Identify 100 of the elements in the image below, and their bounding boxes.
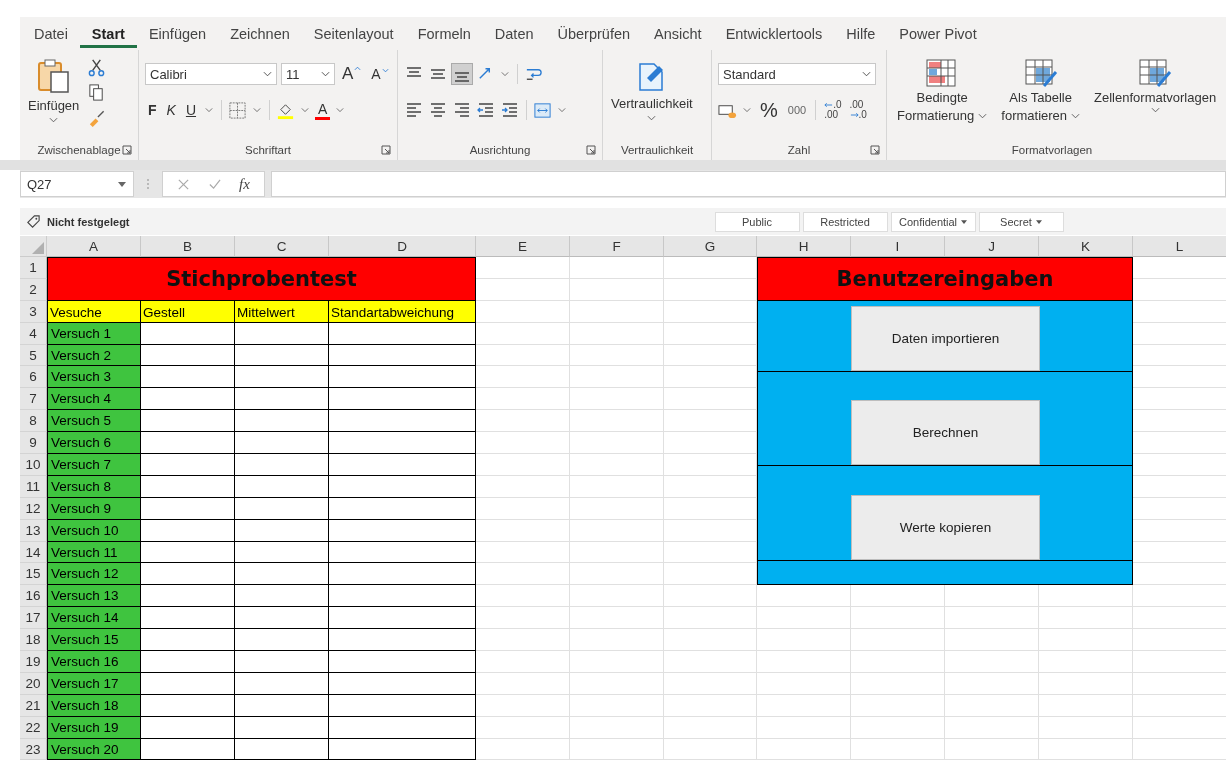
row-header[interactable]: 9 — [20, 432, 47, 454]
grid-cell[interactable] — [476, 454, 570, 476]
grid-cell[interactable] — [1039, 672, 1133, 695]
bold-button[interactable]: F — [145, 102, 160, 118]
ribbon-tab[interactable]: Ansicht — [642, 19, 714, 48]
ribbon-tab[interactable]: Datei — [22, 19, 80, 48]
column-header[interactable]: L — [1133, 236, 1226, 257]
grid-cell[interactable] — [570, 541, 664, 564]
grid-cell[interactable] — [664, 629, 757, 652]
grid-cell[interactable] — [851, 716, 945, 739]
grid-cell[interactable] — [664, 694, 757, 717]
column-header[interactable]: E — [476, 236, 570, 257]
grid-cell[interactable] — [570, 629, 664, 652]
row-header[interactable]: 17 — [20, 607, 47, 630]
row-header[interactable]: 13 — [20, 519, 47, 542]
column-header[interactable]: K — [1039, 236, 1133, 257]
row-header[interactable]: 22 — [20, 716, 47, 739]
grid-cell[interactable] — [476, 607, 570, 630]
shrink-font-button[interactable]: A — [368, 66, 392, 82]
grid-cell[interactable] — [1039, 629, 1133, 652]
chevron-icon[interactable] — [263, 71, 272, 77]
grid-cell[interactable] — [570, 257, 664, 279]
chevron-icon[interactable] — [301, 107, 310, 113]
grid-cell[interactable] — [570, 475, 664, 498]
ribbon-tab[interactable]: Entwicklertools — [713, 19, 835, 48]
row-header[interactable]: 7 — [20, 388, 47, 411]
row-header[interactable]: 5 — [20, 344, 47, 367]
column-header[interactable]: C — [235, 236, 329, 257]
paste-button[interactable]: Einfügen — [26, 56, 82, 125]
chevron-icon[interactable] — [501, 71, 509, 77]
grid-cell[interactable] — [476, 497, 570, 520]
align-left-icon[interactable] — [404, 100, 424, 120]
chevron-icon[interactable] — [253, 107, 262, 113]
grid-cell[interactable] — [570, 366, 664, 389]
merge-cells-icon[interactable] — [533, 100, 552, 120]
grid-cell[interactable] — [664, 651, 757, 673]
brush-icon[interactable] — [87, 108, 107, 127]
grid-cell[interactable] — [476, 344, 570, 367]
format-as-table-button[interactable]: Als Tabelle formatieren — [997, 56, 1085, 126]
ribbon-tab[interactable]: Einfügen — [136, 19, 219, 48]
grid-cell[interactable] — [757, 716, 851, 739]
grid-cell[interactable] — [476, 585, 570, 608]
chevron-icon[interactable] — [978, 112, 988, 119]
chevron-icon[interactable] — [49, 117, 59, 123]
grid-cell[interactable] — [664, 738, 757, 761]
grid-cell[interactable] — [851, 738, 945, 761]
column-header[interactable]: F — [570, 236, 664, 257]
grid-cell[interactable] — [476, 322, 570, 345]
ribbon-tab[interactable]: Daten — [482, 19, 546, 48]
conditional-format-button[interactable]: Bedingte Formatierung — [893, 56, 992, 126]
column-header[interactable]: A — [47, 236, 141, 257]
dropdown-arrow-icon[interactable] — [1035, 219, 1042, 224]
grid-cell[interactable] — [570, 716, 664, 739]
grid-cell[interactable] — [1039, 694, 1133, 717]
grid-cell[interactable] — [476, 388, 570, 411]
grid-cell[interactable] — [476, 366, 570, 389]
grid-cell[interactable] — [664, 585, 757, 608]
macro-button[interactable]: Daten importieren — [851, 305, 1040, 371]
underline-button[interactable]: U — [182, 102, 200, 118]
grid-cell[interactable] — [851, 629, 945, 652]
select-all-icon[interactable] — [32, 242, 44, 254]
row-header[interactable]: 6 — [20, 366, 47, 389]
chevron-icon[interactable] — [205, 107, 214, 113]
ribbon-tab[interactable]: Start — [79, 19, 137, 48]
increase-indent-icon[interactable] — [500, 100, 520, 120]
grid-cell[interactable] — [476, 738, 570, 761]
row-header[interactable]: 14 — [20, 541, 47, 564]
chevron-icon[interactable] — [1150, 107, 1160, 113]
row-header[interactable]: 21 — [20, 694, 47, 717]
chevron-icon[interactable] — [321, 71, 330, 77]
dropdown-arrow-icon[interactable] — [118, 181, 126, 187]
grid-cell[interactable] — [570, 738, 664, 761]
grid-cell[interactable] — [664, 672, 757, 695]
cancel-icon[interactable] — [177, 177, 190, 191]
grid-cell[interactable] — [476, 475, 570, 498]
chevron-icon[interactable] — [336, 107, 345, 113]
grid-cell[interactable] — [570, 519, 664, 542]
sensitivity-button[interactable]: Vertraulichkeit — [609, 56, 695, 123]
ribbon-tab[interactable]: Seitenlayout — [301, 19, 406, 48]
formula-input[interactable] — [270, 171, 1226, 197]
align-center-icon[interactable] — [428, 100, 448, 120]
grid-cell[interactable] — [570, 651, 664, 673]
font-name-field[interactable]: Calibri — [145, 63, 277, 85]
grid-cell[interactable] — [945, 629, 1039, 652]
grid-cell[interactable] — [945, 694, 1039, 717]
macro-button[interactable]: Werte kopieren — [851, 495, 1040, 560]
chevron-icon[interactable] — [743, 107, 751, 113]
row-header[interactable]: 15 — [20, 563, 47, 586]
decrease-indent-icon[interactable] — [476, 100, 496, 120]
grid-cell[interactable] — [757, 607, 851, 630]
grid-cell[interactable] — [570, 585, 664, 608]
percent-button[interactable]: % — [757, 98, 781, 122]
row-header[interactable]: 19 — [20, 651, 47, 673]
row-header[interactable]: 23 — [20, 738, 47, 761]
ribbon-tab[interactable]: Power Pivot — [887, 19, 989, 48]
row-header[interactable]: 4 — [20, 322, 47, 345]
ribbon-tab[interactable]: Formeln — [405, 19, 483, 48]
column-header[interactable]: H — [757, 236, 851, 257]
grid-cell[interactable] — [476, 519, 570, 542]
grid-cell[interactable] — [757, 629, 851, 652]
